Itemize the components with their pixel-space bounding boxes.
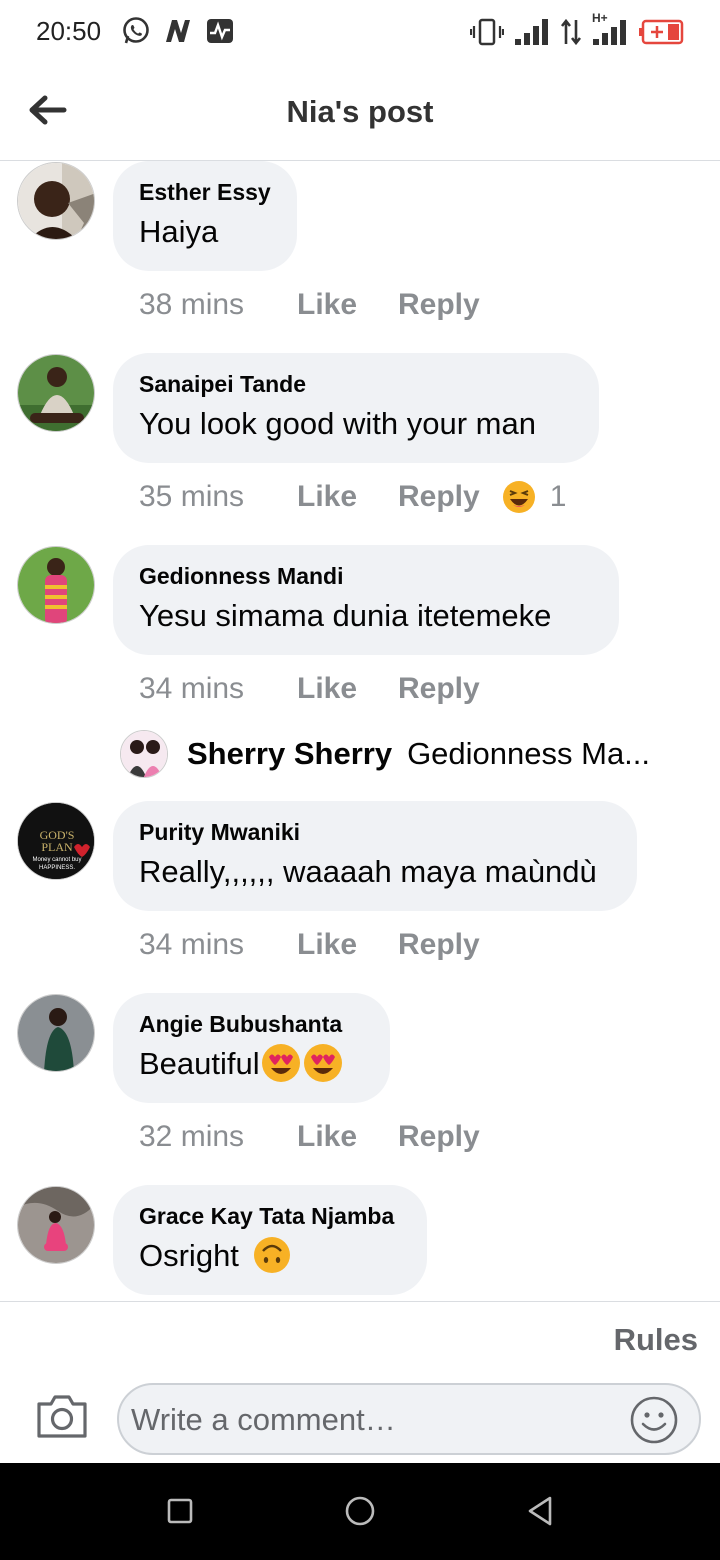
commenter-name[interactable]: Sanaipei Tande — [139, 371, 571, 398]
reply-button[interactable]: Reply — [398, 672, 480, 706]
comment-bubble[interactable]: Sanaipei Tande You look good with your m… — [113, 353, 599, 463]
recents-icon[interactable] — [160, 1491, 200, 1531]
post-header: Nia's post — [0, 66, 720, 161]
comment-actions: 32 mins Like Reply — [139, 1120, 480, 1154]
avatar-text: Money cannot buy — [32, 857, 81, 863]
like-button[interactable]: Like — [297, 1120, 398, 1154]
avatar[interactable] — [17, 162, 95, 240]
heart-eyes-emoji-icon — [261, 1043, 300, 1082]
avatar[interactable] — [17, 546, 95, 624]
commenter-name[interactable]: Grace Kay Tata Njamba — [139, 1203, 399, 1230]
comment-timestamp: 32 mins — [139, 1120, 245, 1153]
camera-icon[interactable] — [35, 1392, 89, 1440]
rules-link[interactable]: Rules — [614, 1322, 698, 1358]
like-button[interactable]: Like — [297, 928, 398, 962]
data-arrows-icon — [560, 18, 582, 46]
reaction-summary[interactable]: 1 — [502, 480, 567, 514]
comment-bubble[interactable]: Gedionness Mandi Yesu simama dunia itete… — [113, 545, 619, 655]
reply-preview[interactable]: Sherry Sherry Gedionness Ma... — [120, 730, 650, 778]
comment-actions: 35 mins Like Reply 1 — [139, 480, 566, 514]
like-button[interactable]: Like — [297, 672, 398, 706]
comment-bubble[interactable]: Esther Essy Haiya — [113, 161, 297, 271]
avatar[interactable] — [17, 994, 95, 1072]
comment-composer: Rules — [0, 1301, 720, 1463]
comment-text: You look good with your man — [139, 406, 536, 441]
whatsapp-icon — [123, 17, 149, 44]
comment-input[interactable] — [131, 1395, 631, 1445]
avatar[interactable]: GOD'S PLAN Money cannot buy HAPPINESS. — [17, 802, 95, 880]
commenter-name[interactable]: Angie Bubushanta — [139, 1011, 362, 1038]
like-button[interactable]: Like — [297, 480, 398, 514]
comment-bubble[interactable]: Purity Mwaniki Really,,,,,, waaaah maya … — [113, 801, 637, 911]
comment-actions: 38 mins Like Reply — [139, 288, 480, 322]
upside-down-face-emoji-icon — [253, 1236, 290, 1273]
heart-eyes-emoji-icon — [303, 1043, 342, 1082]
commenter-name[interactable]: Purity Mwaniki — [139, 819, 609, 846]
comment-timestamp: 34 mins — [139, 928, 245, 961]
comment-text-content: Beautiful — [139, 1046, 260, 1081]
status-bar: 20:50 H+ — [0, 0, 720, 66]
commenter-name[interactable]: Esther Essy — [139, 179, 271, 206]
smiley-icon[interactable] — [629, 1395, 679, 1445]
activity-icon — [207, 19, 233, 43]
reaction-count: 1 — [549, 480, 567, 513]
reply-text: Gedionness Ma... — [407, 736, 651, 771]
comment-text: Beautiful — [139, 1043, 362, 1084]
avatar[interactable] — [17, 354, 95, 432]
comment-input-container[interactable] — [117, 1383, 701, 1455]
comment-actions: 34 mins Like Reply — [139, 928, 480, 962]
comment-text-content: Osright — [139, 1238, 239, 1273]
vibrate-icon — [470, 18, 504, 46]
reply-button[interactable]: Reply — [398, 928, 480, 962]
avatar[interactable] — [17, 1186, 95, 1264]
comment-timestamp: 34 mins — [139, 672, 245, 705]
comment-text: Really,,,,,, waaaah maya maùndù — [139, 854, 597, 889]
back-icon[interactable] — [520, 1491, 560, 1531]
battery-charging-icon — [639, 19, 684, 45]
n-app-icon — [166, 20, 190, 42]
comments-list[interactable]: Esther Essy Haiya 38 mins Like Reply San… — [0, 161, 720, 1301]
comment-text: Osright — [139, 1236, 399, 1275]
reply-author-name[interactable]: Sherry Sherry — [187, 736, 392, 772]
like-button[interactable]: Like — [297, 288, 398, 322]
reply-button[interactable]: Reply — [398, 480, 480, 514]
avatar-text: PLAN — [41, 840, 73, 854]
comment-text: Haiya — [139, 214, 219, 249]
status-time: 20:50 — [36, 16, 102, 46]
reply-button[interactable]: Reply — [398, 288, 480, 322]
laughing-emoji-icon — [502, 481, 535, 513]
h-plus-signal-icon: H+ — [592, 11, 628, 47]
comment-text: Yesu simama dunia itetemeke — [139, 598, 552, 633]
system-nav-bar — [0, 1463, 720, 1560]
avatar-text: HAPPINESS. — [39, 865, 75, 871]
comment-timestamp: 38 mins — [139, 288, 245, 321]
page-title: Nia's post — [286, 94, 434, 129]
comment-bubble[interactable]: Grace Kay Tata Njamba Osright — [113, 1185, 427, 1295]
comment-bubble[interactable]: Angie Bubushanta Beautiful — [113, 993, 390, 1103]
reply-button[interactable]: Reply — [398, 1120, 480, 1154]
commenter-name[interactable]: Gedionness Mandi — [139, 563, 591, 590]
comment-actions: 34 mins Like Reply — [139, 672, 480, 706]
signal-icon — [515, 19, 548, 45]
avatar[interactable] — [120, 730, 168, 778]
comment-timestamp: 35 mins — [139, 480, 245, 513]
home-icon[interactable] — [340, 1491, 380, 1531]
